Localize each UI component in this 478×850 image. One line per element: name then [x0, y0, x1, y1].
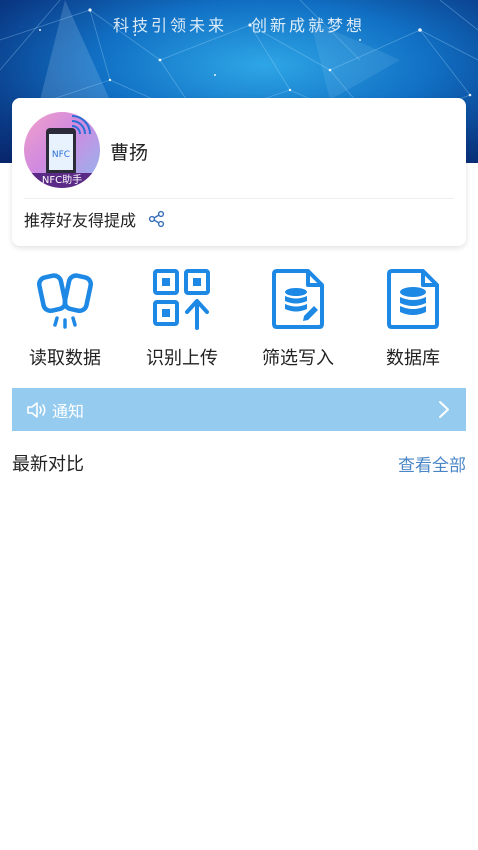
referral-link[interactable]: 推荐好友得提成 — [24, 207, 166, 231]
username: 曹扬 — [110, 142, 149, 164]
action-label: 数据库 — [386, 348, 440, 369]
qr-upload-icon — [153, 269, 210, 330]
avatar-nfc-text: NFC — [51, 150, 71, 160]
slogan-left: 科技引领未来 — [112, 16, 227, 35]
slogan-right: 创新成就梦想 — [251, 16, 366, 35]
action-read-data[interactable]: 读取数据 — [10, 268, 120, 372]
referral-label: 推荐好友得提成 — [24, 211, 137, 230]
action-label: 识别上传 — [146, 348, 218, 369]
nfc-cards-icon — [36, 273, 94, 329]
action-recognize-upload[interactable]: 识别上传 — [127, 268, 237, 372]
banner-slogan: 科技引领未来 创新成就梦想 — [0, 12, 478, 36]
notice-bar[interactable]: 通知 — [12, 388, 466, 431]
notice-text: 通知 — [52, 401, 85, 421]
speaker-icon — [27, 401, 46, 418]
action-grid: 读取数据 识别上传 筛选写入 数据库 — [0, 268, 478, 372]
action-label: 读取数据 — [29, 348, 101, 369]
view-all-link[interactable]: 查看全部 — [398, 451, 466, 476]
database-document-icon — [387, 269, 439, 329]
profile-card: NFC NFC助手 曹扬 推荐好友得提成 — [12, 98, 466, 246]
divider — [24, 198, 454, 199]
share-icon[interactable] — [148, 210, 166, 228]
database-document-edit-icon — [272, 269, 324, 329]
avatar-label: NFC助手 — [24, 173, 100, 188]
recent-comparison-title: 最新对比 — [12, 454, 84, 475]
action-filter-write[interactable]: 筛选写入 — [243, 268, 353, 372]
chevron-right-icon[interactable] — [438, 400, 450, 419]
action-label: 筛选写入 — [262, 348, 334, 369]
avatar[interactable]: NFC NFC助手 — [24, 112, 100, 188]
action-database[interactable]: 数据库 — [358, 268, 468, 372]
